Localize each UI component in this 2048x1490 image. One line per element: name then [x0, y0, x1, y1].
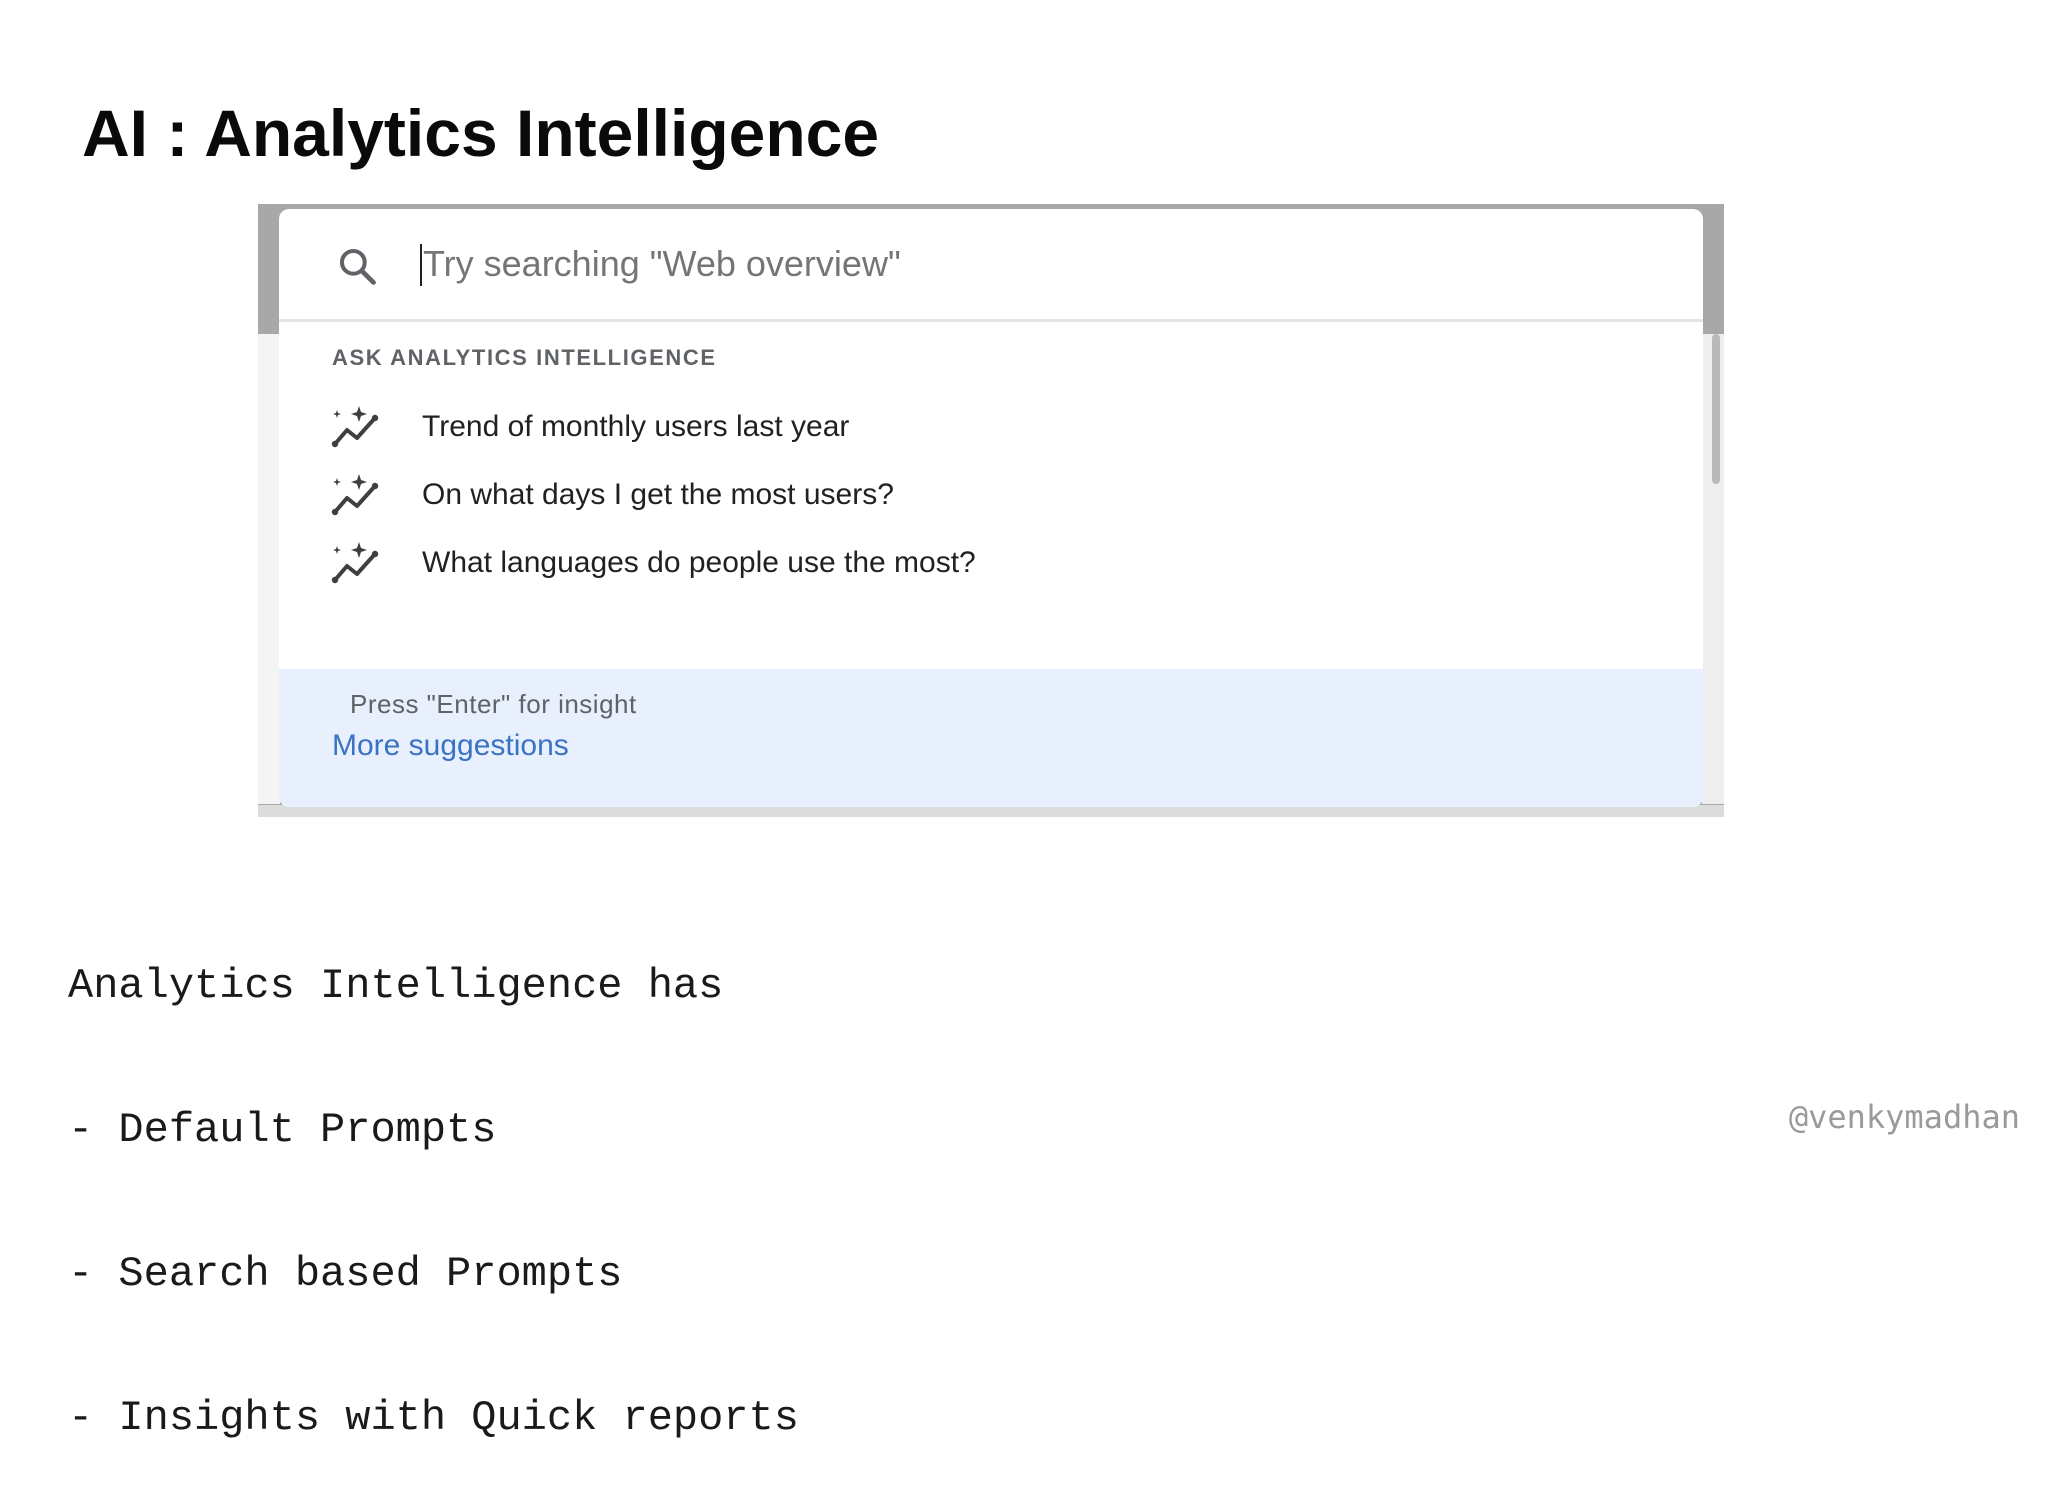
notes-line: Analytics Intelligence has — [68, 962, 724, 1010]
suggestion-item[interactable]: On what days I get the most users? — [279, 460, 1703, 536]
search-icon[interactable] — [335, 244, 379, 288]
suggestion-label: Trend of monthly users last year — [422, 410, 850, 443]
notes-line: - Search based Prompts — [68, 1250, 623, 1298]
slide-title: AI : Analytics Intelligence — [82, 96, 880, 170]
background-page-left — [258, 334, 280, 804]
notes-line: - Default Prompts — [68, 1106, 497, 1154]
background-scrollbar — [1712, 334, 1720, 484]
more-suggestions-link[interactable]: More suggestions — [332, 729, 569, 763]
text-caret — [420, 244, 422, 286]
popup-footer: Press "Enter" for insight More suggestio… — [279, 669, 1703, 807]
insights-sparkle-icon — [331, 406, 379, 448]
enter-hint: Press "Enter" for insight — [350, 689, 637, 719]
notes-line: - Insights with Quick reports — [68, 1394, 799, 1442]
suggestion-item[interactable]: Trend of monthly users last year — [279, 392, 1703, 468]
insights-sparkle-icon — [331, 542, 379, 584]
search-bar — [279, 209, 1703, 322]
analytics-screenshot: ASK ANALYTICS INTELLIGENCE Trend of mont… — [258, 204, 1724, 817]
suggestion-label: On what days I get the most users? — [422, 478, 894, 511]
search-input[interactable] — [423, 235, 1643, 293]
suggestion-label: What languages do people use the most? — [422, 546, 976, 579]
analytics-intelligence-search-popup: ASK ANALYTICS INTELLIGENCE Trend of mont… — [279, 209, 1703, 807]
section-header: ASK ANALYTICS INTELLIGENCE — [332, 345, 717, 370]
notes-list: Analytics Intelligence has - Default Pro… — [68, 866, 799, 1490]
insights-sparkle-icon — [331, 474, 379, 516]
author-credit: @venkymadhan — [1788, 1098, 2020, 1136]
suggestion-item[interactable]: What languages do people use the most? — [279, 528, 1703, 604]
